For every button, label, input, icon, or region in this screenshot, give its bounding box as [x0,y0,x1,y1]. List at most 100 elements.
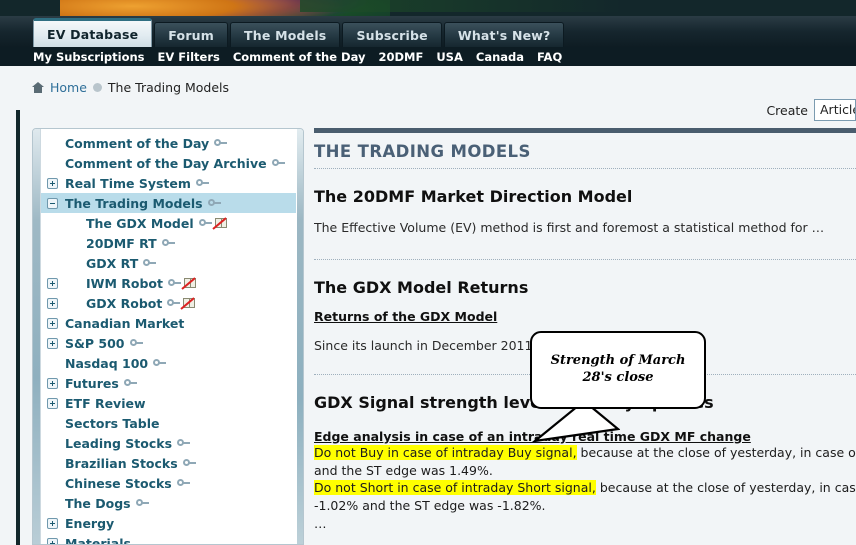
sidebar-item-label: Materials [65,535,131,545]
subnav-item-canada[interactable]: Canada [476,50,524,64]
tab-subscribe[interactable]: Subscribe [342,22,442,47]
sidebar-item-the-trading-models[interactable]: The Trading Models [41,193,296,213]
sidebar-item-brazilian-stocks[interactable]: Brazilian Stocks [41,453,296,473]
create-type-select[interactable]: Article [814,99,856,121]
tab-forum[interactable]: Forum [154,22,229,47]
heading-20dmf-model: The 20DMF Market Direction Model [314,187,633,206]
sidebar-item-iwm-robot[interactable]: IWM Robot [41,273,296,293]
sidebar-item-label: Chinese Stocks [65,475,172,491]
breadcrumb-separator-icon [92,83,102,92]
sidebar-item-label: The Trading Models [65,195,203,211]
sidebar-item-label: 20DMF RT [86,235,157,251]
subnav-item-usa[interactable]: USA [436,50,463,64]
key-icon [198,219,212,227]
sidebar-item-label: IWM Robot [86,275,163,291]
key-icon [135,499,149,507]
subnav-item-my-subscriptions[interactable]: My Subscriptions [33,50,145,64]
sidebar-item-gdx-robot[interactable]: GDX Robot [41,293,296,313]
expand-icon[interactable] [47,318,58,329]
highlight-do-not-short: Do not Short in case of intraday Short s… [314,480,596,496]
restricted-book-icon [180,297,196,310]
key-icon [123,379,137,387]
key-icon [153,359,167,367]
banner-artwork-secondary [300,0,760,12]
key-icon [271,159,285,167]
primary-tabs: EV Database Forum The Models Subscribe What'… [33,16,566,47]
sidebar-item-label: Real Time System [65,175,191,191]
expand-icon[interactable] [47,338,58,349]
key-icon [195,179,209,187]
sidebar-item-label: GDX Robot [86,295,163,311]
content-top-bar [314,128,856,133]
sidebar-item-chinese-stocks[interactable]: Chinese Stocks [41,473,296,493]
breadcrumb-home-link[interactable]: Home [50,80,87,95]
sidebar-right-gutter [297,129,303,544]
restricted-book-icon [181,277,197,290]
sidebar-item-label: The Dogs [65,495,131,511]
edge-ellipsis: … [314,515,327,531]
sidebar-item-20dmf-rt[interactable]: 20DMF RT [41,233,296,253]
sidebar-item-canadian-market[interactable]: Canadian Market [41,313,296,333]
sidebar-item-label: Leading Stocks [65,435,173,451]
sidebar-item-gdx-rt[interactable]: GDX RT [41,253,296,273]
tab-what-s-new[interactable]: What's New? [443,22,565,47]
restricted-book-icon [211,217,228,230]
sidebar-item-sectors-table[interactable]: Sectors Table [41,413,296,433]
paragraph-20dmf-model: The Effective Volume (EV) method is firs… [314,220,825,235]
tab-the-models[interactable]: The Models [230,22,341,47]
sidebar-item-materials[interactable]: Materials [41,533,296,545]
link-returns-of-gdx-model[interactable]: Returns of the GDX Model [314,309,497,324]
breadcrumb: Home The Trading Models [32,80,229,95]
sidebar-item-comment-of-the-day[interactable]: Comment of the Day [41,133,296,153]
sidebar-item-leading-stocks[interactable]: Leading Stocks [41,433,296,453]
subnav-item-faq[interactable]: FAQ [537,50,562,64]
site-banner [0,0,856,16]
sidebar-item-futures[interactable]: Futures [41,373,296,393]
sidebar-item-label: S&P 500 [65,335,125,351]
key-icon [177,439,191,447]
sidebar-item-label: Nasdaq 100 [65,355,149,371]
tab-ev-database[interactable]: EV Database [33,18,153,47]
callout-text: Strength of March 28's close [550,353,686,385]
breadcrumb-current: The Trading Models [107,80,230,95]
sidebar-item-etf-review[interactable]: ETF Review [41,393,296,413]
left-rail [16,110,20,545]
sidebar-item-real-time-system[interactable]: Real Time System [41,173,296,193]
sidebar-item-s-p-500[interactable]: S&P 500 [41,333,296,353]
expand-icon[interactable] [47,398,58,409]
sidebar-left-gutter [33,129,41,544]
subnav-item-ev-filters[interactable]: EV Filters [158,50,220,64]
collapse-icon[interactable] [47,198,58,209]
expand-icon[interactable] [47,378,58,389]
subnav-item-comment-of-the-day[interactable]: Comment of the Day [233,50,366,64]
home-icon [32,82,44,93]
edge-line-buy-cont: and the ST edge was 1.49%. [314,462,493,478]
key-icon [161,239,175,247]
subnav-item-20dmf[interactable]: 20DMF [378,50,423,64]
sidebar-item-energy[interactable]: Energy [41,513,296,533]
key-icon [129,339,143,347]
key-icon [167,299,181,307]
sidebar-item-nasdaq-100[interactable]: Nasdaq 100 [41,353,296,373]
expand-icon[interactable] [47,538,58,544]
secondary-nav-bar: My Subscriptions EV Filters Comment of the… [0,47,856,66]
sidebar-item-label: Comment of the Day [65,135,210,151]
sidebar-item-the-gdx-model[interactable]: The GDX Model [41,213,296,233]
edge-line-short-rest: because at the close of yesterday, in ca… [599,480,856,496]
sidebar-item-label: Comment of the Day Archive [65,155,267,171]
sidebar-item-label: Energy [65,515,115,531]
create-control: Create Article [766,99,856,121]
key-icon [182,459,196,467]
sidebar-item-label: Futures [65,375,119,391]
secondary-nav-items: My Subscriptions EV Filters Comment of the… [33,47,562,66]
title-divider [314,168,856,169]
heading-gdx-returns: The GDX Model Returns [314,277,529,297]
create-label: Create [766,102,808,118]
sidebar-item-comment-of-the-day-archive[interactable]: Comment of the Day Archive [41,153,296,173]
key-icon [207,199,221,207]
expand-icon[interactable] [47,298,58,309]
sidebar-item-the-dogs[interactable]: The Dogs [41,493,296,513]
expand-icon[interactable] [47,518,58,529]
expand-icon[interactable] [47,278,58,289]
expand-icon[interactable] [47,178,58,189]
